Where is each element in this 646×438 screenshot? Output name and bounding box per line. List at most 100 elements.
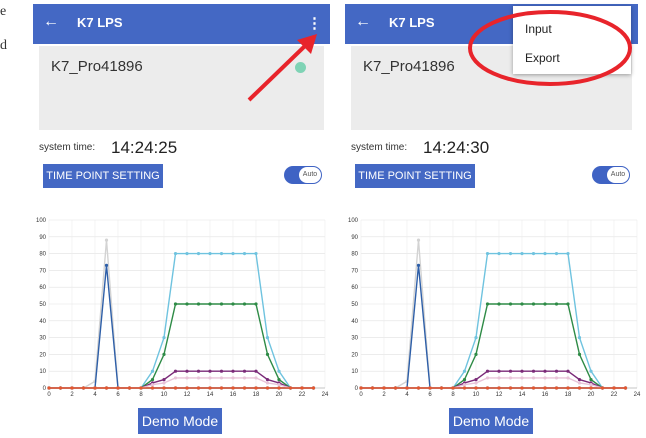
time-point-setting-button[interactable]: TIME POINT SETTING [355,164,475,188]
phone-screen-left: ← K7 LPS ⋮ K7_Pro41896 system time: 14:2… [33,4,330,434]
data-point [162,336,166,340]
data-point [254,376,258,380]
data-point [242,386,247,390]
data-point [543,252,547,256]
data-point [474,378,478,382]
y-tick-label: 50 [351,302,358,308]
data-point [185,386,189,390]
data-point [474,336,478,340]
data-point [265,352,270,356]
demo-mode-button[interactable]: Demo Mode [138,408,222,434]
data-point [139,386,143,390]
data-point [554,386,559,390]
y-tick-label: 40 [351,319,358,325]
data-point [485,376,490,380]
data-point [311,386,316,390]
data-point [185,252,189,256]
demo-mode-button[interactable]: Demo Mode [449,408,533,434]
system-time-value: 14:24:30 [423,138,490,157]
data-point [254,252,258,256]
data-point [288,386,293,390]
x-tick-label: 10 [473,392,480,398]
y-tick-label: 60 [351,285,358,291]
data-point [265,386,270,390]
data-point [508,369,513,373]
x-tick-label: 8 [451,392,455,398]
data-point [439,386,444,390]
data-point [231,386,235,390]
series-line-3 [49,303,314,389]
y-tick-label: 80 [39,252,46,258]
data-point [623,386,628,390]
system-time-label: system time: [351,142,408,153]
x-tick-label: 16 [542,392,549,398]
app-title: K7 LPS [389,15,435,30]
x-tick-label: 20 [276,392,283,398]
x-tick-label: 18 [253,392,260,398]
data-point [428,386,432,390]
data-point [277,383,281,387]
data-point [508,252,513,256]
edge-char-1: e [0,4,7,19]
y-tick-label: 100 [348,218,359,224]
data-point [577,352,582,356]
x-tick-label: 14 [519,392,526,398]
y-tick-label: 0 [355,386,359,392]
data-point [196,252,201,256]
data-point [116,386,120,390]
y-tick-label: 70 [39,268,46,274]
data-point [554,376,559,380]
data-point [104,238,109,242]
data-point [520,386,524,390]
x-tick-label: 22 [299,392,306,398]
y-tick-label: 10 [39,369,46,375]
data-point [566,369,570,373]
data-point [612,386,616,390]
data-point [277,369,281,373]
data-point [208,386,212,390]
data-point [577,386,582,390]
x-tick-label: 4 [405,392,409,398]
data-point [462,378,467,382]
data-point [242,302,247,306]
back-arrow-icon[interactable]: ← [355,13,371,31]
data-point [543,386,547,390]
data-point [93,386,97,390]
data-point [254,369,258,373]
data-point [185,376,189,380]
x-tick-label: 0 [359,392,363,398]
data-point [196,376,201,380]
data-point [104,263,109,267]
data-point [162,352,166,356]
data-point [589,378,593,382]
time-point-setting-button[interactable]: TIME POINT SETTING [43,164,163,188]
y-tick-label: 0 [43,386,47,392]
y-tick-label: 20 [39,352,46,358]
data-point [231,369,235,373]
data-point [104,386,109,390]
y-tick-label: 40 [39,319,46,325]
data-point [185,302,189,306]
data-point [531,252,536,256]
auto-toggle[interactable]: Auto [592,166,630,184]
data-point [485,386,490,390]
data-point [577,381,582,385]
data-point [508,376,513,380]
system-time-value: 14:24:25 [111,138,178,157]
x-tick-label: 2 [70,392,74,398]
data-point [497,386,501,390]
x-tick-label: 18 [565,392,572,398]
back-arrow-icon[interactable]: ← [43,13,59,31]
data-point [300,386,304,390]
data-point [208,252,212,256]
data-point [219,386,224,390]
data-point [127,386,132,390]
data-point [173,252,178,256]
auto-toggle[interactable]: Auto [284,166,322,184]
x-tick-label: 6 [428,392,432,398]
data-point [242,252,247,256]
light-schedule-chart: 01020304050607080901000 2 4 6 8 10 12 14 16 18 20 2… [36,218,329,398]
x-tick-label: 24 [322,392,329,398]
data-point [589,369,593,373]
x-tick-label: 2 [382,392,386,398]
